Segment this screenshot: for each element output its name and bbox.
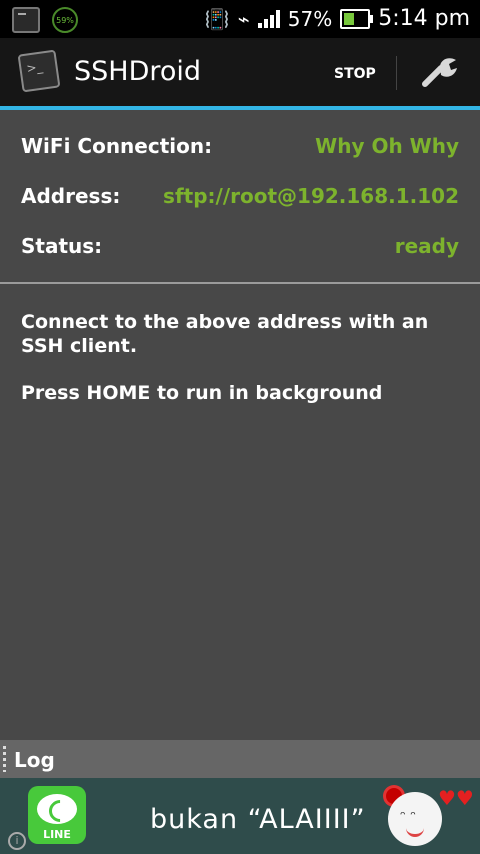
stop-button[interactable]: STOP: [334, 66, 376, 82]
wifi-label: WiFi Connection:: [21, 134, 213, 158]
status-bar: 59% 📳 ⌁ 57% 5:14 pm: [0, 0, 480, 38]
status-value: ready: [394, 234, 459, 258]
app-title: SSHDroid: [74, 56, 202, 87]
action-bar: >_ SSHDroid STOP: [0, 38, 480, 110]
vibrate-icon: 📳: [204, 6, 230, 31]
section-divider: [0, 282, 480, 284]
status-time: 5:14 pm: [378, 6, 470, 31]
log-bar[interactable]: Log: [0, 740, 480, 778]
wifi-icon: ⌁: [237, 6, 250, 31]
wifi-value: Why Oh Why: [315, 134, 459, 158]
main-panel: WiFi Connection: Why Oh Why Address: sft…: [0, 110, 480, 740]
terminal-prompt-glyph: >_: [25, 59, 44, 76]
info-icon[interactable]: i: [8, 832, 26, 850]
address-value: sftp://root@192.168.1.102: [163, 184, 459, 208]
line-logo-icon[interactable]: LINE: [28, 786, 86, 844]
line-logo-text: LINE: [43, 828, 71, 841]
instruction-text: Connect to the above address with an SSH…: [21, 311, 429, 357]
address-label: Address:: [21, 184, 121, 208]
sticker-mouth-icon: [406, 826, 424, 837]
wrench-icon[interactable]: [418, 56, 460, 90]
action-divider: [396, 56, 397, 90]
terminal-notification-icon: [12, 7, 40, 33]
wifi-row: WiFi Connection: Why Oh Why: [21, 134, 459, 164]
ad-banner[interactable]: LINE bukan “ALAIIII” ᵔ ᵔ ♥♥ i: [0, 778, 480, 854]
battery-circle-icon: 59%: [52, 7, 78, 33]
ad-text: bukan “ALAIIII”: [150, 804, 366, 835]
sticker-face-icon: ᵔ ᵔ: [388, 792, 442, 846]
system-icons: 📳 ⌁ 57% 5:14 pm: [205, 6, 470, 31]
log-label: Log: [14, 748, 55, 772]
address-row: Address: sftp://root@192.168.1.102: [21, 184, 459, 214]
hearts-icon: ♥♥: [438, 786, 474, 810]
notification-icons: 59%: [12, 7, 78, 33]
battery-icon: [340, 8, 374, 29]
sticker-eyes-icon: ᵔ ᵔ: [400, 809, 417, 825]
background-hint: Press HOME to run in background: [21, 382, 383, 404]
status-row: Status: ready: [21, 234, 459, 264]
signal-icon: [257, 9, 280, 28]
notification-battery-text: 59%: [56, 15, 74, 25]
drag-handle-icon[interactable]: [3, 746, 6, 772]
battery-percent: 57%: [287, 6, 333, 31]
status-label: Status:: [21, 234, 103, 258]
app-terminal-icon[interactable]: >_: [17, 49, 61, 93]
